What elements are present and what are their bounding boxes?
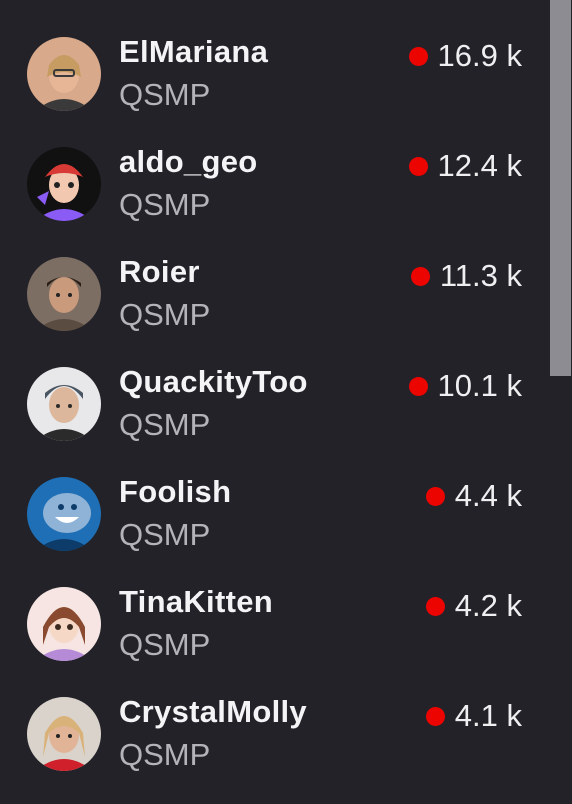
viewer-count: 4.2 k <box>425 588 522 624</box>
channel-name[interactable]: CrystalMolly <box>119 694 307 730</box>
avatar-roier-icon[interactable] <box>27 257 101 331</box>
viewer-count-value: 11.3 k <box>439 258 522 293</box>
channel-category[interactable]: QSMP <box>119 407 210 443</box>
channel-row-crystalmolly[interactable]: CrystalMolly QSMP 4.1 k <box>0 679 548 789</box>
channel-category[interactable]: QSMP <box>119 297 210 333</box>
channel-row-foolish[interactable]: Foolish QSMP 4.4 k <box>0 459 548 569</box>
channel-row-tinakitten[interactable]: TinaKitten QSMP 4.2 k <box>0 569 548 679</box>
avatar-crystalmolly-icon[interactable] <box>27 697 101 771</box>
viewer-count: 11.3 k <box>410 258 522 294</box>
channel-name[interactable]: QuackityToo <box>119 364 308 400</box>
channel-row-quackitytoo[interactable]: QuackityToo QSMP 10.1 k <box>0 349 548 459</box>
channel-row-roier[interactable]: Roier QSMP 11.3 k <box>0 239 548 349</box>
live-indicator-icon <box>408 156 428 176</box>
channel-name[interactable]: ElMariana <box>119 34 268 70</box>
channel-name[interactable]: Foolish <box>119 474 231 510</box>
channel-name[interactable]: aldo_geo <box>119 144 257 180</box>
live-indicator-icon <box>425 596 445 616</box>
avatar-quackitytoo-icon[interactable] <box>27 367 101 441</box>
avatar-foolish-icon[interactable] <box>27 477 101 551</box>
viewer-count-value: 12.4 k <box>437 148 522 183</box>
scrollbar-thumb[interactable] <box>550 0 571 376</box>
channel-row-elmariana[interactable]: ElMariana QSMP 16.9 k <box>0 19 548 129</box>
viewer-count: 4.1 k <box>425 698 522 734</box>
channel-category[interactable]: QSMP <box>119 77 210 113</box>
channel-category[interactable]: QSMP <box>119 737 210 773</box>
live-indicator-icon <box>408 46 428 66</box>
viewer-count-value: 4.4 k <box>454 478 522 513</box>
viewer-count: 16.9 k <box>408 38 522 74</box>
avatar-elmariana-icon[interactable] <box>27 37 101 111</box>
viewer-count-value: 4.1 k <box>454 698 522 733</box>
channel-category[interactable]: QSMP <box>119 627 210 663</box>
channel-category[interactable]: QSMP <box>119 517 210 553</box>
channel-category[interactable]: QSMP <box>119 187 210 223</box>
channel-name[interactable]: Roier <box>119 254 200 290</box>
scrollbar[interactable] <box>548 0 572 804</box>
channel-row-aldo-geo[interactable]: aldo_geo QSMP 12.4 k <box>0 129 548 239</box>
live-indicator-icon <box>425 486 445 506</box>
viewer-count-value: 10.1 k <box>437 368 522 403</box>
channel-panel: ElMariana QSMP 16.9 k aldo_geo QSMP 12.4… <box>0 0 572 804</box>
viewer-count: 10.1 k <box>408 368 522 404</box>
avatar-tinakitten-icon[interactable] <box>27 587 101 661</box>
live-indicator-icon <box>410 266 430 286</box>
live-indicator-icon <box>408 376 428 396</box>
channel-list: ElMariana QSMP 16.9 k aldo_geo QSMP 12.4… <box>0 0 548 789</box>
viewer-count-value: 16.9 k <box>437 38 522 73</box>
viewer-count: 4.4 k <box>425 478 522 514</box>
viewer-count: 12.4 k <box>408 148 522 184</box>
channel-name[interactable]: TinaKitten <box>119 584 273 620</box>
viewer-count-value: 4.2 k <box>454 588 522 623</box>
avatar-aldo-geo-icon[interactable] <box>27 147 101 221</box>
live-indicator-icon <box>425 706 445 726</box>
